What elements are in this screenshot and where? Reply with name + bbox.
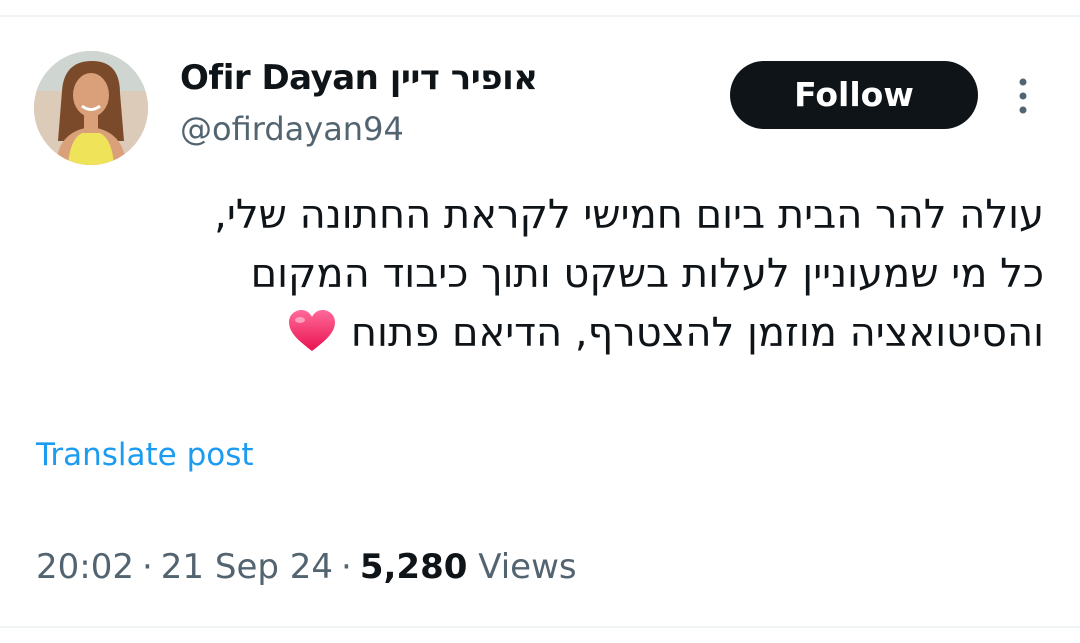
red-heart-icon — [287, 309, 337, 353]
views-count[interactable]: 5,280 — [360, 547, 468, 587]
user-handle[interactable]: @ofirdayan94 — [180, 108, 404, 150]
separator: · — [341, 547, 352, 587]
tweet-line: והסיטואציה מוזמן להצטרף, הדיאם פתוח — [350, 310, 1044, 356]
tweet-line: כל מי שמעוניין לעלות בשקט ותוך כיבוד המק… — [250, 251, 1044, 297]
display-name[interactable]: Ofir Dayan אופיר דיין — [180, 56, 538, 100]
top-divider — [0, 15, 1080, 17]
tweet-line-with-emoji: והסיטואציה מוזמן להצטרף, הדיאם פתוח — [34, 304, 1044, 363]
follow-button[interactable]: Follow — [730, 61, 978, 129]
tweet-line: עולה להר הבית ביום חמישי לקראת החתונה של… — [214, 192, 1044, 238]
views-label: Views — [478, 547, 577, 587]
separator: · — [141, 547, 153, 587]
bottom-divider — [0, 626, 1080, 628]
tweet-date[interactable]: 21 Sep 24 — [161, 547, 333, 587]
translate-post-link[interactable]: Translate post — [36, 435, 254, 475]
tweet-time[interactable]: 20:02 — [36, 547, 134, 587]
tweet-meta: 20:02 · 21 Sep 24 · 5,280 Views — [36, 545, 577, 589]
tweet-text: עולה להר הבית ביום חמישי לקראת החתונה של… — [34, 186, 1044, 363]
avatar[interactable] — [34, 51, 148, 165]
avatar-image — [34, 51, 148, 165]
more-vertical-icon[interactable] — [1008, 74, 1038, 118]
